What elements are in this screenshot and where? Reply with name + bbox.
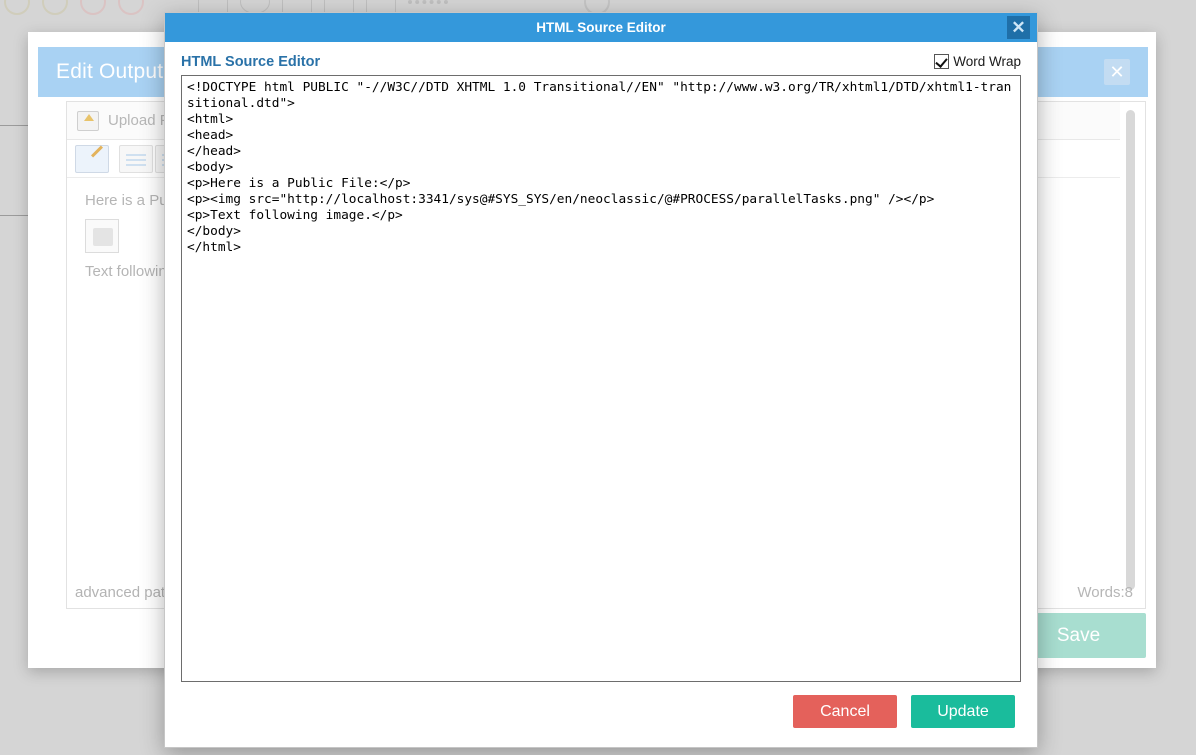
close-icon[interactable]: ✕ (1104, 59, 1130, 85)
dialog-subbar: HTML Source Editor Word Wrap (165, 42, 1037, 75)
background-scrollbar[interactable] (1126, 110, 1135, 590)
background-word-count: Words:8 (1077, 584, 1133, 601)
html-source-input[interactable] (181, 75, 1021, 682)
close-icon[interactable]: ✕ (1007, 16, 1030, 39)
html-source-editor-dialog: HTML Source Editor ✕ HTML Source Editor … (164, 12, 1038, 748)
edit-source-button[interactable] (75, 144, 109, 173)
checkbox-icon[interactable] (934, 54, 950, 69)
circle-stamp-icon (4, 0, 30, 15)
cancel-button[interactable]: Cancel (793, 695, 897, 728)
dashed-line-icon (408, 0, 448, 4)
circle-stamp-icon (42, 0, 68, 15)
word-wrap-toggle[interactable]: Word Wrap (934, 54, 1021, 69)
broken-image-icon (85, 219, 119, 253)
circle-red-icon (80, 0, 106, 15)
circle-red-icon (118, 0, 144, 15)
dialog-footer: Cancel Update (165, 682, 1037, 747)
upload-icon (77, 110, 99, 131)
table-button[interactable] (119, 144, 153, 173)
update-button[interactable]: Update (911, 695, 1015, 728)
word-wrap-label: Word Wrap (953, 54, 1021, 69)
dialog-title: HTML Source Editor (536, 20, 666, 35)
background-advanced-path[interactable]: advanced pat (75, 584, 165, 601)
dialog-subtitle: HTML Source Editor (181, 53, 321, 70)
dialog-titlebar: HTML Source Editor ✕ (165, 13, 1037, 42)
